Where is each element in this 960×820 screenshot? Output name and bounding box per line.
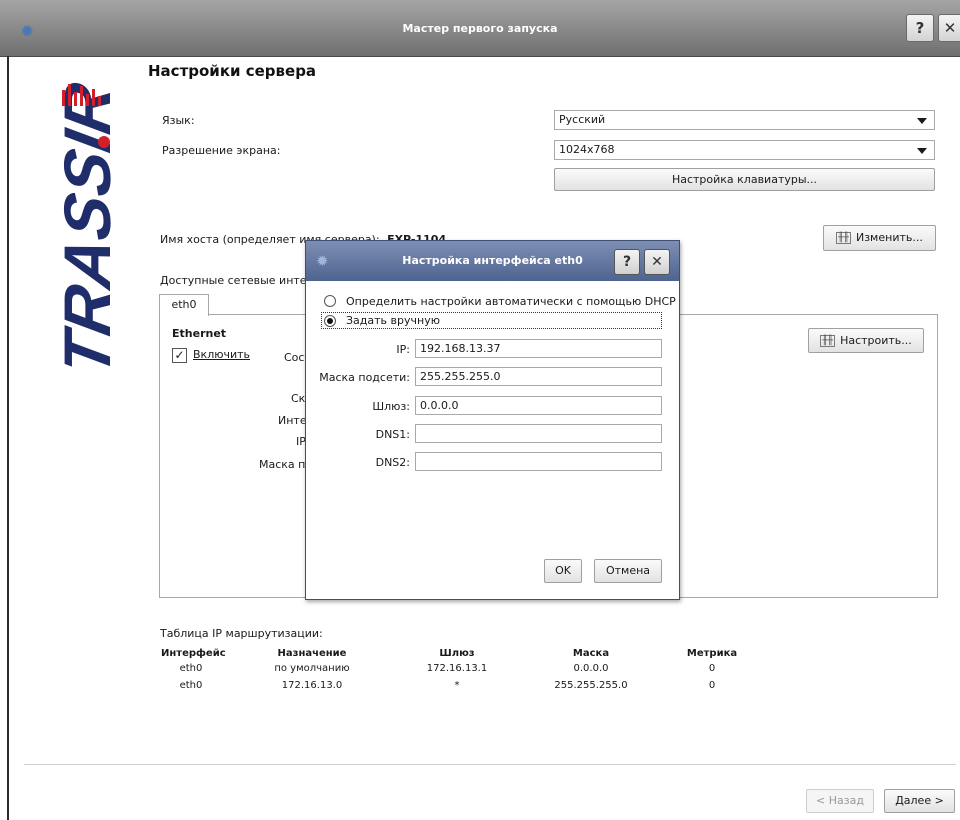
dns2-field[interactable] [415,452,662,471]
trassir-logo: TRASSIR [52,80,125,380]
table-row-0-interface: eth0 [179,663,203,674]
table-row-1-metric: 0 [708,680,716,691]
gateway-label: Шлюз: [372,400,410,413]
dns1-field[interactable] [415,424,662,443]
next-button[interactable]: Далее > [884,789,955,813]
window-titlebar: ✹ Мастер первого запуска ? ✕ [0,0,960,57]
routing-title: Таблица IP маршрутизации: [160,627,323,640]
change-hostname-button[interactable]: ╫╫ Изменить... [823,225,936,251]
dialog-titlebar: ✹ Настройка интерфейса eth0 ? ✕ [306,241,679,281]
resolution-label: Разрешение экрана: [162,144,281,157]
dialog-close-button[interactable]: ✕ [644,249,670,275]
window-title: Мастер первого запуска [402,22,558,35]
ip-label: IP: [396,343,410,356]
chevron-down-icon [917,148,927,154]
manual-radio[interactable] [324,315,336,327]
interface-label-partial: Инте [278,414,307,427]
resolution-select[interactable]: 1024x768 [554,140,935,160]
gateway-field[interactable]: 0.0.0.0 [415,396,662,415]
routing-header-gateway: Шлюз [439,648,475,659]
routing-header-metric: Метрика [686,648,738,659]
back-button[interactable]: < Назад [806,789,874,813]
enable-checkbox[interactable]: ✓ [172,348,187,363]
mask-label: Маска подсети: [319,371,410,384]
table-row-0-gateway: 172.16.13.1 [426,663,488,674]
table-row-0-metric: 0 [708,663,716,674]
chevron-down-icon [917,118,927,124]
dns1-label: DNS1: [375,428,410,441]
cancel-button[interactable]: Отмена [594,559,662,583]
table-row-0-mask: 0.0.0.0 [573,663,609,674]
dhcp-radio[interactable] [324,295,336,307]
language-label: Язык: [162,114,195,127]
dhcp-radio-label: Определить настройки автоматически с пом… [346,295,676,308]
ok-button[interactable]: OK [544,559,582,583]
table-row-1-gateway: * [454,680,460,691]
resolution-value: 1024x768 [559,143,615,156]
dialog-help-button[interactable]: ? [614,249,640,275]
enable-label: Включить [193,348,251,361]
table-row-0-destination: по умолчанию [274,663,350,674]
routing-header-destination: Назначение [277,648,347,659]
routing-header-interface: Интерфейс [161,648,226,659]
configure-button[interactable]: ╫╫ Настроить... [808,328,924,353]
page-title: Настройки сервера [148,62,317,80]
dns2-label: DNS2: [375,456,410,469]
close-button[interactable]: ✕ [938,14,960,42]
table-row-1-interface: eth0 [179,680,203,691]
speed-label-partial: Ск [291,392,306,405]
footer-divider [24,764,956,765]
keyboard-settings-button[interactable]: Настройка клавиатуры... [554,168,935,191]
help-button[interactable]: ? [906,14,934,42]
table-row-1-mask: 255.255.255.0 [554,680,628,691]
language-select[interactable]: Русский [554,110,935,130]
svg-text:TRASSIR: TRASSIR [52,80,125,380]
language-value: Русский [559,113,606,126]
sliders-icon: ╫╫ [836,232,851,244]
ethernet-heading: Ethernet [172,327,227,340]
sliders-icon: ╫╫ [820,335,836,347]
table-row-1-destination: 172.16.13.0 [281,680,343,691]
ip-field[interactable]: 192.168.13.37 [415,339,662,358]
routing-header-mask: Маска [572,648,610,659]
window-border [7,56,9,820]
manual-radio-label: Задать вручную [346,314,440,327]
tab-eth0[interactable]: eth0 [159,294,209,316]
interface-dialog: ✹ Настройка интерфейса eth0 ? ✕ Определи… [305,240,680,600]
mask-field[interactable]: 255.255.255.0 [415,367,662,386]
